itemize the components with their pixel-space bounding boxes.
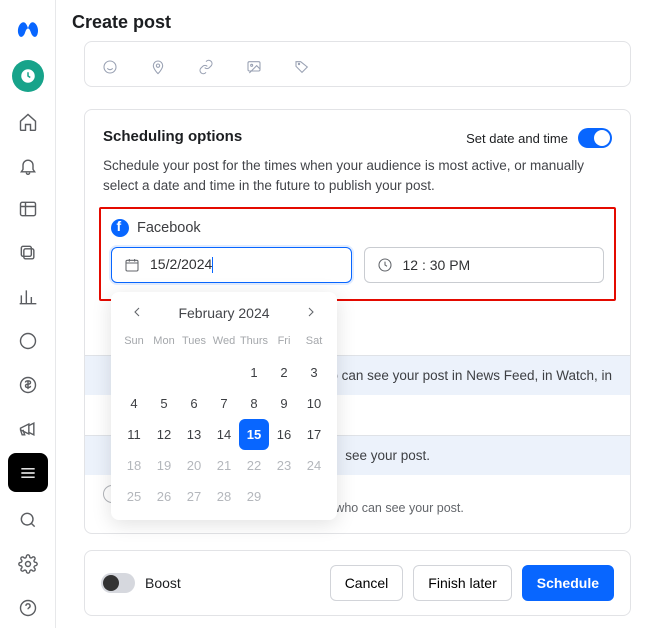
highlight-box: Facebook 15/2/2024 Februar <box>99 207 616 301</box>
calendar-icon <box>124 257 140 273</box>
schedule-toggle[interactable] <box>578 128 612 148</box>
calendar-day[interactable]: 9 <box>269 388 299 419</box>
ads-icon[interactable] <box>8 409 48 449</box>
calendar-day[interactable]: 27 <box>179 481 209 512</box>
side-nav <box>0 0 56 628</box>
weekday-header: Sun <box>119 331 149 357</box>
weekday-header: Mon <box>149 331 179 357</box>
insights-icon[interactable] <box>8 277 48 317</box>
date-input[interactable]: 15/2/2024 February 2024 <box>111 247 352 283</box>
calendar-day[interactable]: 17 <box>299 419 329 450</box>
help-icon[interactable] <box>8 588 48 628</box>
calendar-day[interactable]: 2 <box>269 357 299 388</box>
image-icon[interactable] <box>245 58 263 76</box>
content-scroll[interactable]: Scheduling options Set date and time Sch… <box>56 41 653 628</box>
scheduling-description: Schedule your post for the times when yo… <box>103 156 612 197</box>
calendar-day[interactable]: 6 <box>179 388 209 419</box>
calendar-day[interactable]: 16 <box>269 419 299 450</box>
calendar-day[interactable]: 24 <box>299 450 329 481</box>
scheduling-card: Scheduling options Set date and time Sch… <box>84 109 631 534</box>
inbox-icon[interactable] <box>8 321 48 361</box>
bell-icon[interactable] <box>8 146 48 186</box>
calendar-day[interactable]: 23 <box>269 450 299 481</box>
platform-label: Facebook <box>137 220 201 236</box>
prev-month-button[interactable] <box>125 304 149 323</box>
calendar-day[interactable]: 19 <box>149 450 179 481</box>
calendar-day[interactable]: 29 <box>239 481 269 512</box>
date-picker-popover: February 2024 SunMonTuesWedThursFriSat..… <box>111 292 337 520</box>
calendar-day[interactable]: 5 <box>149 388 179 419</box>
calendar-day[interactable]: 15 <box>239 419 269 450</box>
weekday-header: Tues <box>179 331 209 357</box>
calendar-day[interactable]: 18 <box>119 450 149 481</box>
home-icon[interactable] <box>8 102 48 142</box>
calendar-day[interactable]: 28 <box>209 481 239 512</box>
calendar-day[interactable]: 14 <box>209 419 239 450</box>
location-icon[interactable] <box>149 58 167 76</box>
copy-icon[interactable] <box>8 233 48 273</box>
facebook-icon <box>111 219 129 237</box>
boost-label: Boost <box>145 575 181 591</box>
toggle-label: Set date and time <box>466 131 568 146</box>
calendar-day[interactable]: 12 <box>149 419 179 450</box>
calendar-day[interactable]: 11 <box>119 419 149 450</box>
calendar-day[interactable]: 8 <box>239 388 269 419</box>
finish-later-button[interactable]: Finish later <box>413 565 511 601</box>
weekday-header: Wed <box>209 331 239 357</box>
calendar-day[interactable]: 4 <box>119 388 149 419</box>
grid-icon[interactable] <box>8 189 48 229</box>
weekday-header: Sat <box>299 331 329 357</box>
emoji-icon[interactable] <box>101 58 119 76</box>
boost-toggle[interactable] <box>101 573 135 593</box>
weekday-header: Thurs <box>239 331 269 357</box>
calendar-day[interactable]: 26 <box>149 481 179 512</box>
weekday-header: Fri <box>269 331 299 357</box>
calendar-day[interactable]: 20 <box>179 450 209 481</box>
monetization-icon[interactable] <box>8 365 48 405</box>
schedule-button[interactable]: Schedule <box>522 565 614 601</box>
calendar-day[interactable]: 7 <box>209 388 239 419</box>
cancel-button[interactable]: Cancel <box>330 565 404 601</box>
meta-logo-icon[interactable] <box>8 10 48 50</box>
time-input[interactable]: 12 : 30 PM <box>364 247 605 283</box>
time-value: 12 : 30 PM <box>403 257 471 273</box>
footer-bar: Boost Cancel Finish later Schedule <box>84 550 631 616</box>
page-header: Create post <box>56 0 653 41</box>
calendar-day[interactable]: 22 <box>239 450 269 481</box>
calendar-day[interactable]: 10 <box>299 388 329 419</box>
calendar-day[interactable]: 25 <box>119 481 149 512</box>
link-icon[interactable] <box>197 58 215 76</box>
composer-toolbar <box>84 41 631 87</box>
page-title: Create post <box>72 12 637 33</box>
calendar-day[interactable]: 13 <box>179 419 209 450</box>
calendar-month-label: February 2024 <box>178 305 269 321</box>
calendar-day[interactable]: 21 <box>209 450 239 481</box>
scheduling-title: Scheduling options <box>103 128 242 145</box>
calendar-day[interactable]: 3 <box>299 357 329 388</box>
next-month-button[interactable] <box>299 304 323 323</box>
date-value: 15/2/2024 <box>150 256 213 273</box>
search-icon[interactable] <box>8 500 48 540</box>
calendar-day[interactable]: 1 <box>239 357 269 388</box>
clock-icon <box>377 257 393 273</box>
planner-icon[interactable] <box>12 60 44 92</box>
tag-icon[interactable] <box>293 58 311 76</box>
settings-icon[interactable] <box>8 544 48 584</box>
all-tools-icon[interactable] <box>8 453 48 493</box>
